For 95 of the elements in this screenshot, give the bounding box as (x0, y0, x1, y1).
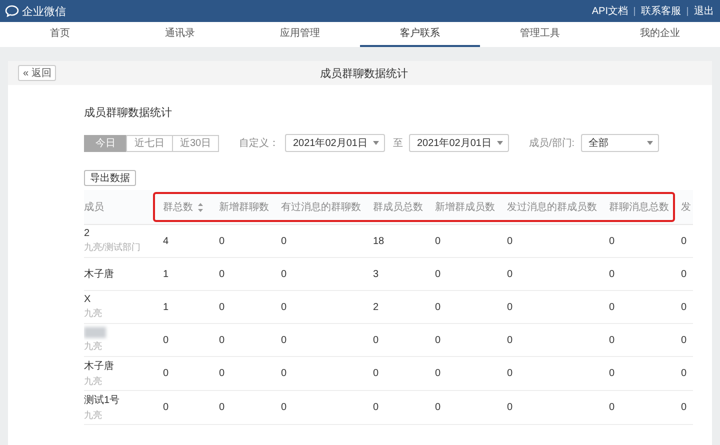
nav-tab[interactable]: 应用管理 (240, 22, 360, 47)
member-name: 木子唐 (84, 268, 115, 281)
table-cell: 0 (435, 402, 441, 413)
caret-icon (646, 141, 653, 145)
table-cell: 0 (681, 302, 687, 312)
blurred-name (84, 327, 106, 338)
table-cell: 0 (507, 334, 513, 346)
column-header: 有过消息的群聊数 (281, 200, 361, 214)
table-cell: 0 (219, 334, 225, 346)
member-name: X (84, 294, 92, 305)
member-name: 测试1号 (84, 394, 121, 407)
table-cell: 0 (507, 236, 513, 246)
table-cell: 0 (219, 302, 225, 312)
column-header: 群总数 (163, 200, 193, 214)
section-title: 成员群聊数据统计 (84, 106, 173, 120)
table-cell: 0 (281, 402, 287, 413)
table-cell: 0 (507, 402, 513, 413)
chat-bubble-icon (5, 5, 19, 17)
table-cell: 0 (435, 236, 441, 246)
back-button[interactable]: « 返回 (18, 65, 56, 81)
table-cell: 0 (373, 334, 379, 346)
logo-text: 企业微信 (22, 4, 66, 18)
member-label: 成员/部门: (529, 136, 575, 150)
department-text: 九亮 (84, 307, 103, 320)
column-header: 群成员总数 (373, 200, 423, 214)
date-select[interactable]: 2021年02月01日 (285, 134, 385, 152)
column-header: 发过消息的群成员数 (507, 200, 597, 214)
table-cell: 0 (373, 368, 379, 379)
table-cell: 0 (507, 368, 513, 379)
table-cell: 0 (609, 302, 615, 312)
to-label: 至 (393, 137, 403, 150)
table-cell: 0 (219, 268, 225, 280)
column-header: 成员 (84, 200, 104, 214)
table-cell: 0 (507, 302, 513, 312)
table-cell: 0 (281, 236, 287, 246)
period-tab[interactable]: 近七日 (126, 134, 173, 152)
table-cell: 0 (609, 334, 615, 346)
table-cell: 0 (373, 402, 379, 413)
column-header: 新增群成员数 (435, 200, 495, 214)
period-tab[interactable]: 近30日 (172, 134, 219, 152)
table-cell: 0 (163, 334, 169, 346)
nav-tab[interactable]: 管理工具 (480, 22, 600, 47)
table-cell: 0 (435, 334, 441, 346)
table-cell: 0 (681, 236, 687, 246)
table-cell: 0 (163, 402, 169, 413)
top-link[interactable]: 联系客服 (641, 4, 681, 18)
page-title: 成员群聊数据统计 (319, 66, 410, 80)
custom-label: 自定义： (239, 136, 279, 150)
caret-icon (497, 141, 503, 145)
department-text: 九亮/测试部门 (84, 241, 142, 254)
nav-tab[interactable]: 我的企业 (600, 22, 720, 47)
column-header: 发 (681, 201, 691, 214)
sort-icon[interactable] (198, 202, 203, 212)
table-cell: 2 (373, 302, 379, 312)
member-name: 2 (84, 228, 91, 239)
table-cell: 0 (681, 368, 687, 379)
table-cell: 0 (681, 334, 687, 346)
table-cell: 1 (163, 302, 169, 312)
nav-tab[interactable]: 通讯录 (120, 22, 240, 47)
top-link[interactable]: 退出 (694, 4, 714, 18)
table-cell: 0 (163, 368, 169, 379)
table-cell: 0 (609, 236, 615, 246)
table-cell: 0 (281, 368, 287, 379)
table-cell: 18 (373, 236, 384, 246)
table-cell: 0 (681, 268, 687, 280)
date-select[interactable]: 2021年02月01日 (409, 134, 509, 152)
table-cell: 3 (373, 268, 379, 280)
department-text: 九亮 (84, 375, 103, 388)
caret-icon (373, 141, 379, 145)
table-cell: 0 (609, 402, 615, 413)
table-cell: 0 (609, 368, 615, 379)
table-cell: 4 (163, 236, 169, 246)
table-cell: 0 (435, 368, 441, 379)
nav-tab[interactable]: 客户联系 (360, 22, 480, 47)
nav-tab[interactable]: 首页 (0, 22, 120, 47)
table-cell: 0 (435, 268, 441, 280)
member-name: 木子唐 (84, 360, 115, 373)
column-header: 新增群聊数 (219, 200, 269, 214)
table-cell: 0 (681, 402, 687, 413)
table-cell: 0 (219, 368, 225, 379)
table-cell: 0 (609, 268, 615, 280)
table-cell: 0 (507, 268, 513, 280)
column-header: 群聊消息总数 (609, 200, 669, 214)
department-text: 九亮 (84, 340, 103, 353)
member-select[interactable]: 全部 (580, 134, 659, 152)
table-cell: 0 (219, 236, 225, 246)
export-button[interactable]: 导出数据 (84, 170, 136, 186)
top-link[interactable]: API文档 (592, 4, 628, 18)
table-cell: 0 (219, 402, 225, 413)
table-cell: 0 (435, 302, 441, 312)
table-cell: 1 (163, 268, 169, 280)
table-cell: 0 (281, 334, 287, 346)
department-text: 九亮 (84, 409, 103, 422)
table-cell: 0 (281, 302, 287, 312)
table-cell: 0 (281, 268, 287, 280)
